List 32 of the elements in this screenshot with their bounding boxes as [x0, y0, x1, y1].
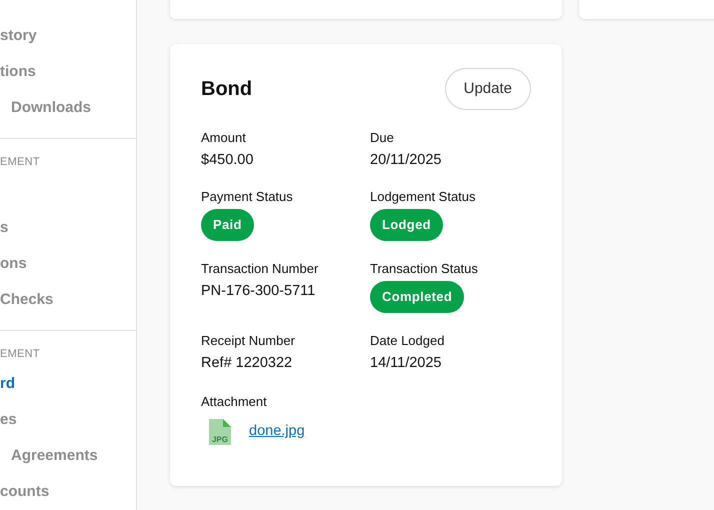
field-label: Amount	[201, 130, 247, 146]
field-value: Ref# 1220322	[201, 354, 294, 372]
sidebar-item[interactable]: ons	[0, 252, 27, 276]
field-label: Transaction Number	[201, 261, 320, 277]
status-badge: Lodged	[370, 209, 443, 241]
attachment-link[interactable]: done.jpg	[249, 421, 305, 443]
sidebar-section-header: EMENT	[0, 155, 40, 170]
field-value: $450.00	[201, 151, 254, 169]
field-label: Due	[370, 130, 395, 146]
sidebar-item[interactable]: es	[0, 408, 17, 432]
update-button[interactable]: Update	[444, 68, 531, 110]
card-title: Bond	[201, 77, 252, 102]
status-badge: Paid	[201, 209, 254, 241]
sidebar-item[interactable]: tions	[0, 60, 36, 84]
field-label: Attachment	[201, 394, 268, 410]
sidebar-item[interactable]: s	[0, 216, 8, 240]
sidebar-item[interactable]: rd	[0, 372, 15, 396]
field-value: 20/11/2025	[370, 151, 442, 169]
status-badge: Completed	[370, 281, 464, 313]
sidebar-item[interactable]: story	[0, 24, 37, 48]
sidebar-item[interactable]: Downloads	[11, 96, 92, 120]
sidebar-item[interactable]: Agreements	[11, 444, 98, 468]
sidebar-item[interactable]: Checks	[0, 288, 54, 312]
field-value: 14/11/2025	[370, 354, 442, 372]
field-label: Transaction Status	[370, 261, 479, 277]
field-label: Date Lodged	[370, 333, 446, 349]
sidebar-item[interactable]: counts	[0, 480, 50, 504]
field-label: Lodgement Status	[370, 189, 477, 205]
field-label: Payment Status	[201, 189, 294, 205]
sidebar-section-header: EMENT	[0, 347, 40, 362]
field-label: Receipt Number	[201, 333, 296, 349]
field-value: PN-176-300-5711	[201, 282, 316, 300]
